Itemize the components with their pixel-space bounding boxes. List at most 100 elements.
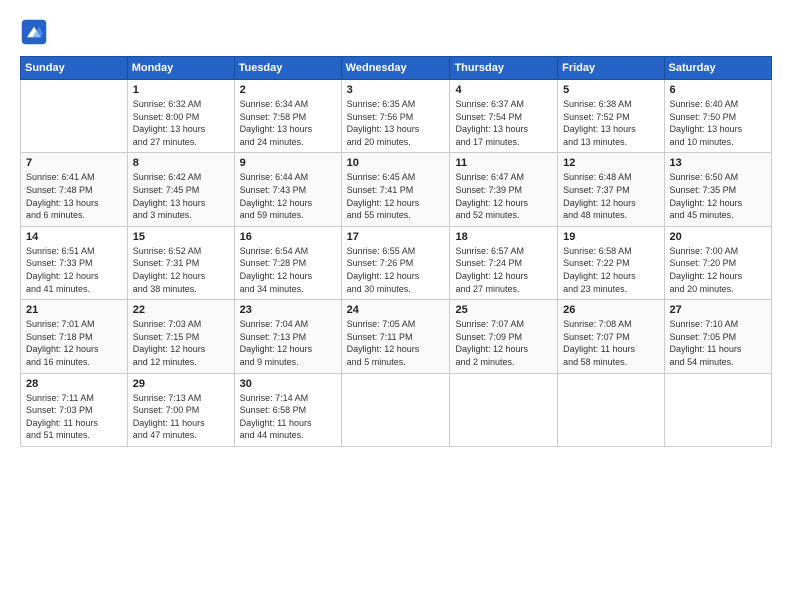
day-number: 13 <box>670 157 766 169</box>
calendar-cell: 20 Sunrise: 7:00 AM Sunset: 7:20 PM Dayli… <box>664 226 771 299</box>
calendar-week-row: 7Sunrise: 6:41 AM Sunset: 7:48 PM Daylig… <box>21 153 772 226</box>
day-info: Sunrise: 6:34 AM Sunset: 7:58 PM Dayligh… <box>240 98 336 148</box>
day-number: 20 <box>670 231 766 243</box>
day-number: 5 <box>563 84 658 96</box>
day-info: Sunrise: 7:13 AM Sunset: 7:00 PM Dayligh… <box>133 392 229 442</box>
calendar-cell: 28 Sunrise: 7:11 AM Sunset: 7:03 PM Dayli… <box>21 373 128 446</box>
calendar-cell <box>664 373 771 446</box>
logo <box>20 18 52 46</box>
day-number: 7 <box>26 157 122 169</box>
day-info: Sunrise: 6:48 AM Sunset: 7:37 PM Dayligh… <box>563 171 658 221</box>
calendar-cell: 22 Sunrise: 7:03 AM Sunset: 7:15 PM Dayli… <box>127 300 234 373</box>
calendar-cell: 13 Sunrise: 6:50 AM Sunset: 7:35 PM Dayli… <box>664 153 771 226</box>
calendar-header-wednesday: Wednesday <box>341 57 450 80</box>
calendar-cell <box>341 373 450 446</box>
day-info: Sunrise: 6:47 AM Sunset: 7:39 PM Dayligh… <box>455 171 552 221</box>
calendar-cell: 23 Sunrise: 7:04 AM Sunset: 7:13 PM Dayli… <box>234 300 341 373</box>
day-info: Sunrise: 6:51 AM Sunset: 7:33 PM Dayligh… <box>26 245 122 295</box>
day-number: 16 <box>240 231 336 243</box>
day-number: 1 <box>133 84 229 96</box>
day-info: Sunrise: 6:54 AM Sunset: 7:28 PM Dayligh… <box>240 245 336 295</box>
day-info: Sunrise: 6:35 AM Sunset: 7:56 PM Dayligh… <box>347 98 445 148</box>
calendar-header-sunday: Sunday <box>21 57 128 80</box>
day-info: Sunrise: 6:52 AM Sunset: 7:31 PM Dayligh… <box>133 245 229 295</box>
calendar-cell <box>450 373 558 446</box>
day-number: 24 <box>347 304 445 316</box>
day-number: 10 <box>347 157 445 169</box>
calendar-cell: 6 Sunrise: 6:40 AM Sunset: 7:50 PM Daylig… <box>664 80 771 153</box>
calendar-week-row: 14 Sunrise: 6:51 AM Sunset: 7:33 PM Dayli… <box>21 226 772 299</box>
day-number: 17 <box>347 231 445 243</box>
day-info: Sunrise: 6:37 AM Sunset: 7:54 PM Dayligh… <box>455 98 552 148</box>
calendar-header-friday: Friday <box>558 57 664 80</box>
day-number: 15 <box>133 231 229 243</box>
calendar-header-monday: Monday <box>127 57 234 80</box>
day-number: 19 <box>563 231 658 243</box>
day-number: 8 <box>133 157 229 169</box>
calendar-header-tuesday: Tuesday <box>234 57 341 80</box>
day-number: 23 <box>240 304 336 316</box>
day-info: Sunrise: 6:57 AM Sunset: 7:24 PM Dayligh… <box>455 245 552 295</box>
day-info: Sunrise: 7:14 AM Sunset: 6:58 PM Dayligh… <box>240 392 336 442</box>
calendar-cell: 24 Sunrise: 7:05 AM Sunset: 7:11 PM Dayli… <box>341 300 450 373</box>
calendar-week-row: 21 Sunrise: 7:01 AM Sunset: 7:18 PM Dayli… <box>21 300 772 373</box>
calendar-week-row: 28 Sunrise: 7:11 AM Sunset: 7:03 PM Dayli… <box>21 373 772 446</box>
calendar-week-row: 1 Sunrise: 6:32 AM Sunset: 8:00 PM Daylig… <box>21 80 772 153</box>
calendar-cell <box>558 373 664 446</box>
day-number: 21 <box>26 304 122 316</box>
calendar-cell: 29 Sunrise: 7:13 AM Sunset: 7:00 PM Dayli… <box>127 373 234 446</box>
calendar-cell: 17 Sunrise: 6:55 AM Sunset: 7:26 PM Dayli… <box>341 226 450 299</box>
calendar-cell: 4Sunrise: 6:37 AM Sunset: 7:54 PM Daylig… <box>450 80 558 153</box>
calendar-cell: 3 Sunrise: 6:35 AM Sunset: 7:56 PM Daylig… <box>341 80 450 153</box>
day-info: Sunrise: 7:07 AM Sunset: 7:09 PM Dayligh… <box>455 318 552 368</box>
day-info: Sunrise: 7:01 AM Sunset: 7:18 PM Dayligh… <box>26 318 122 368</box>
calendar-cell: 9 Sunrise: 6:44 AM Sunset: 7:43 PM Daylig… <box>234 153 341 226</box>
day-info: Sunrise: 6:58 AM Sunset: 7:22 PM Dayligh… <box>563 245 658 295</box>
day-info: Sunrise: 6:55 AM Sunset: 7:26 PM Dayligh… <box>347 245 445 295</box>
day-info: Sunrise: 7:11 AM Sunset: 7:03 PM Dayligh… <box>26 392 122 442</box>
day-number: 2 <box>240 84 336 96</box>
day-number: 11 <box>455 157 552 169</box>
day-number: 6 <box>670 84 766 96</box>
day-info: Sunrise: 6:50 AM Sunset: 7:35 PM Dayligh… <box>670 171 766 221</box>
calendar-cell: 21 Sunrise: 7:01 AM Sunset: 7:18 PM Dayli… <box>21 300 128 373</box>
day-info: Sunrise: 7:10 AM Sunset: 7:05 PM Dayligh… <box>670 318 766 368</box>
day-info: Sunrise: 6:42 AM Sunset: 7:45 PM Dayligh… <box>133 171 229 221</box>
day-info: Sunrise: 7:03 AM Sunset: 7:15 PM Dayligh… <box>133 318 229 368</box>
day-info: Sunrise: 7:00 AM Sunset: 7:20 PM Dayligh… <box>670 245 766 295</box>
calendar-cell: 7Sunrise: 6:41 AM Sunset: 7:48 PM Daylig… <box>21 153 128 226</box>
calendar-cell: 27 Sunrise: 7:10 AM Sunset: 7:05 PM Dayli… <box>664 300 771 373</box>
day-number: 3 <box>347 84 445 96</box>
day-number: 9 <box>240 157 336 169</box>
calendar-cell: 16 Sunrise: 6:54 AM Sunset: 7:28 PM Dayli… <box>234 226 341 299</box>
day-number: 30 <box>240 378 336 390</box>
day-info: Sunrise: 6:40 AM Sunset: 7:50 PM Dayligh… <box>670 98 766 148</box>
calendar-cell: 12Sunrise: 6:48 AM Sunset: 7:37 PM Dayli… <box>558 153 664 226</box>
day-info: Sunrise: 7:04 AM Sunset: 7:13 PM Dayligh… <box>240 318 336 368</box>
day-info: Sunrise: 6:38 AM Sunset: 7:52 PM Dayligh… <box>563 98 658 148</box>
calendar-cell: 11 Sunrise: 6:47 AM Sunset: 7:39 PM Dayli… <box>450 153 558 226</box>
calendar-cell: 15 Sunrise: 6:52 AM Sunset: 7:31 PM Dayli… <box>127 226 234 299</box>
day-number: 28 <box>26 378 122 390</box>
day-number: 14 <box>26 231 122 243</box>
day-number: 26 <box>563 304 658 316</box>
calendar-cell: 30 Sunrise: 7:14 AM Sunset: 6:58 PM Dayli… <box>234 373 341 446</box>
calendar-cell: 5 Sunrise: 6:38 AM Sunset: 7:52 PM Daylig… <box>558 80 664 153</box>
day-number: 22 <box>133 304 229 316</box>
day-info: Sunrise: 6:32 AM Sunset: 8:00 PM Dayligh… <box>133 98 229 148</box>
calendar-cell <box>21 80 128 153</box>
day-info: Sunrise: 6:45 AM Sunset: 7:41 PM Dayligh… <box>347 171 445 221</box>
calendar-cell: 2 Sunrise: 6:34 AM Sunset: 7:58 PM Daylig… <box>234 80 341 153</box>
calendar-header-row: SundayMondayTuesdayWednesdayThursdayFrid… <box>21 57 772 80</box>
day-info: Sunrise: 7:05 AM Sunset: 7:11 PM Dayligh… <box>347 318 445 368</box>
calendar-cell: 25Sunrise: 7:07 AM Sunset: 7:09 PM Dayli… <box>450 300 558 373</box>
calendar-table: SundayMondayTuesdayWednesdayThursdayFrid… <box>20 56 772 447</box>
day-number: 29 <box>133 378 229 390</box>
calendar-cell: 19 Sunrise: 6:58 AM Sunset: 7:22 PM Dayli… <box>558 226 664 299</box>
day-info: Sunrise: 6:44 AM Sunset: 7:43 PM Dayligh… <box>240 171 336 221</box>
calendar-cell: 18Sunrise: 6:57 AM Sunset: 7:24 PM Dayli… <box>450 226 558 299</box>
calendar-cell: 26Sunrise: 7:08 AM Sunset: 7:07 PM Dayli… <box>558 300 664 373</box>
day-number: 27 <box>670 304 766 316</box>
calendar-header-thursday: Thursday <box>450 57 558 80</box>
calendar-cell: 10 Sunrise: 6:45 AM Sunset: 7:41 PM Dayli… <box>341 153 450 226</box>
